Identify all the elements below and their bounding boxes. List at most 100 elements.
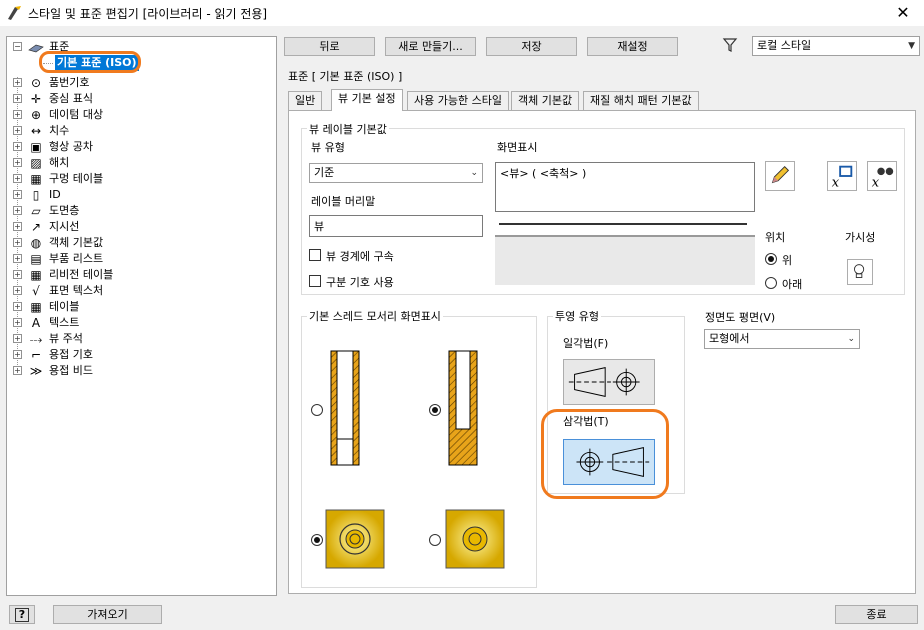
tree-item[interactable]: + ▣ 형상 공차 — [13, 139, 263, 155]
tree-item[interactable]: + ▦ 구멍 테이블 — [13, 171, 263, 187]
tab-general[interactable]: 일반 — [288, 91, 323, 110]
elevation-label: 정면도 평면(V) — [705, 311, 776, 324]
style-filter-select[interactable]: 로컬 스타일 ▼ — [752, 36, 920, 56]
collapse-icon[interactable]: − — [13, 42, 22, 51]
expand-icon[interactable]: + — [13, 110, 22, 119]
tree-item[interactable]: + A 텍스트 — [13, 315, 263, 331]
separator-line — [499, 223, 747, 225]
tree-item[interactable]: + ▱ 도면층 — [13, 203, 263, 219]
expand-icon[interactable]: + — [13, 366, 22, 375]
new-button[interactable]: 새로 만들기... — [385, 37, 476, 56]
close-icon[interactable]: ✕ — [888, 2, 918, 24]
surface-texture-icon: √ — [32, 284, 40, 298]
tree-item[interactable]: + ⤏ 뷰 주석 — [13, 331, 263, 347]
import-button[interactable]: 가져오기 — [53, 605, 162, 624]
style-tree[interactable]: − 표준 기본 표준 (ISO) + ⊙ 품번기호 + ✛ 중심 표식 + ⊕ 데이텀 대상 + ↔… — [6, 36, 277, 596]
expand-icon[interactable]: + — [13, 270, 22, 279]
delimiter-label: 구분 기호 사용 — [326, 276, 394, 289]
filter-icon[interactable] — [722, 37, 738, 53]
tree-label: 객체 기본값 — [49, 236, 104, 249]
expand-icon[interactable]: + — [13, 286, 22, 295]
save-button[interactable]: 저장 — [486, 37, 577, 56]
expand-icon[interactable]: + — [13, 222, 22, 231]
find-property-button[interactable]: x — [867, 161, 897, 191]
tree-item[interactable]: + ▨ 해치 — [13, 155, 263, 171]
weld-bead-icon: ≫ — [29, 364, 43, 378]
expand-icon[interactable]: + — [13, 94, 22, 103]
tree-label: ID — [49, 188, 61, 201]
thread-option-4-radio[interactable] — [429, 534, 441, 546]
expand-icon[interactable]: + — [13, 238, 22, 247]
title-bar: 스타일 및 표준 편집기 [라이브러리 - 읽기 전용] ✕ — [0, 0, 924, 26]
tab-material-hatch[interactable]: 재질 해치 패턴 기본값 — [583, 91, 699, 110]
svg-text:x: x — [832, 175, 840, 190]
expand-icon[interactable]: + — [13, 78, 22, 87]
close-button[interactable]: 종료 — [835, 605, 918, 624]
tab-available-styles[interactable]: 사용 가능한 스타일 — [407, 91, 509, 110]
tree-item[interactable]: + ⊙ 품번기호 — [13, 75, 263, 91]
delimiter-checkbox[interactable] — [309, 275, 321, 287]
tolerance-icon: ▣ — [30, 140, 42, 154]
prefix-input[interactable]: 뷰 — [309, 215, 483, 237]
view-type-select[interactable]: 기준 ⌄ — [309, 163, 483, 183]
tree-item[interactable]: + ◍ 객체 기본값 — [13, 235, 263, 251]
first-angle-button[interactable] — [563, 359, 655, 405]
visibility-button[interactable] — [847, 259, 873, 285]
constrain-checkbox[interactable] — [309, 249, 321, 261]
thread-option-2-radio[interactable] — [429, 404, 441, 416]
parts-list-icon: ▤ — [30, 252, 42, 266]
tree-item[interactable]: + ▯ ID — [13, 187, 263, 203]
view-type-label: 뷰 유형 — [311, 141, 345, 154]
insert-property-button[interactable]: x — [827, 161, 857, 191]
display-format-input[interactable]: <뷰> ( <축척> ) — [495, 162, 755, 212]
thread-option-1-radio[interactable] — [311, 404, 323, 416]
tree-item[interactable]: + ▦ 리비전 테이블 — [13, 267, 263, 283]
view-annotation-icon: ⤏ — [29, 332, 43, 346]
tree-label: 데이텀 대상 — [49, 108, 104, 121]
thread-group-title: 기본 스레드 모서리 화면표시 — [307, 308, 443, 324]
view-label-group-title: 뷰 레이블 기본값 — [307, 121, 389, 137]
tab-object-defaults[interactable]: 객체 기본값 — [511, 91, 580, 110]
prefix-label: 레이블 머리말 — [311, 195, 376, 208]
back-button[interactable]: 뒤로 — [284, 37, 375, 56]
tree-label: 테이블 — [49, 300, 80, 313]
center-mark-icon: ✛ — [30, 92, 42, 106]
tree-label: 품번기호 — [49, 76, 90, 89]
style-filter-value: 로컬 스타일 — [757, 39, 812, 52]
tree-item[interactable]: + √ 표면 텍스처 — [13, 283, 263, 299]
expand-icon[interactable]: + — [13, 190, 22, 199]
tab-view-preferences[interactable]: 뷰 기본 설정 — [331, 89, 403, 111]
expand-icon[interactable]: + — [13, 334, 22, 343]
first-angle-icon — [568, 367, 640, 397]
expand-icon[interactable]: + — [13, 142, 22, 151]
tree-item[interactable]: + ▦ 테이블 — [13, 299, 263, 315]
position-top-radio[interactable] — [765, 253, 777, 265]
reset-button[interactable]: 재설정 — [587, 37, 678, 56]
expand-icon[interactable]: + — [13, 302, 22, 311]
tree-item[interactable]: + ↔ 치수 — [13, 123, 263, 139]
help-button[interactable]: ? — [9, 605, 35, 624]
tree-label: 용접 기호 — [49, 348, 93, 361]
highlight-ring — [541, 409, 669, 499]
expand-icon[interactable]: + — [13, 254, 22, 263]
expand-icon[interactable]: + — [13, 158, 22, 167]
text-icon: A — [31, 316, 41, 330]
expand-icon[interactable]: + — [13, 206, 22, 215]
tree-item[interactable]: + ≫ 용접 비드 — [13, 363, 263, 379]
tree-item[interactable]: + ⊕ 데이텀 대상 — [13, 107, 263, 123]
tree-item[interactable]: + ✛ 중심 표식 — [13, 91, 263, 107]
tree-item[interactable]: + ⌐ 용접 기호 — [13, 347, 263, 363]
position-bottom-radio[interactable] — [765, 277, 777, 289]
tree-label: 텍스트 — [49, 316, 80, 329]
id-icon: ▯ — [32, 188, 40, 202]
elevation-select[interactable]: 모형에서 ⌄ — [704, 329, 860, 349]
expand-icon[interactable]: + — [13, 350, 22, 359]
help-icon: ? — [15, 608, 29, 622]
tree-item[interactable]: + ▤ 부품 리스트 — [13, 251, 263, 267]
expand-icon[interactable]: + — [13, 126, 22, 135]
tree-item[interactable]: + ↗ 지시선 — [13, 219, 263, 235]
expand-icon[interactable]: + — [13, 318, 22, 327]
edit-text-button[interactable] — [765, 161, 795, 191]
expand-icon[interactable]: + — [13, 174, 22, 183]
thread-option-3-radio[interactable] — [311, 534, 323, 546]
